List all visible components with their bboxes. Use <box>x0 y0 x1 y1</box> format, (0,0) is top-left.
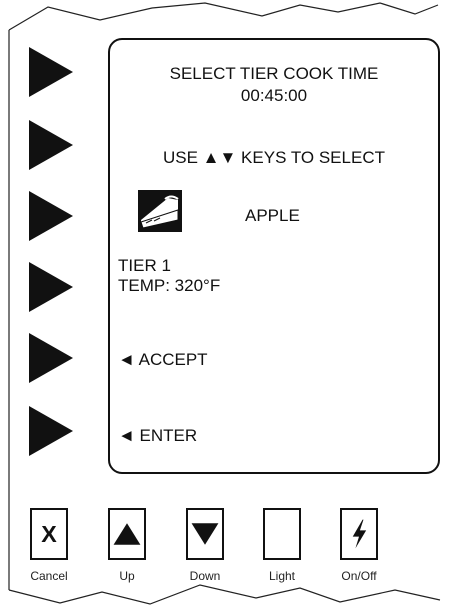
on-off-button[interactable] <box>340 508 378 560</box>
enter-label: ◄ ENTER <box>118 426 198 445</box>
up-button[interactable] <box>108 508 146 560</box>
pie-slice-icon <box>138 190 182 232</box>
right-arrow-icon <box>29 406 73 456</box>
display-screen: SELECT TIER COOK TIME 00:45:00 USE ▲▼ KE… <box>108 38 440 474</box>
svg-text:X: X <box>41 521 57 547</box>
up-triangle-icon <box>113 523 141 545</box>
cancel-button[interactable]: X <box>30 508 68 560</box>
on-off-label: On/Off <box>341 569 377 583</box>
cook-time-value: 00:45:00 <box>240 86 308 105</box>
right-arrow-icon <box>29 333 73 383</box>
right-arrow-icon <box>29 47 73 97</box>
up-label: Up <box>119 569 135 583</box>
light-button[interactable] <box>263 508 301 560</box>
side-button-5[interactable] <box>29 333 73 383</box>
instruction-text: USE ▲▼ KEYS TO SELECT <box>163 148 385 167</box>
light-label: Light <box>268 569 296 583</box>
down-triangle-icon <box>191 523 219 545</box>
side-button-4[interactable] <box>29 262 73 312</box>
side-button-1[interactable] <box>29 47 73 97</box>
right-arrow-icon <box>29 191 73 241</box>
product-name: APPLE <box>245 206 300 225</box>
tier-label: TIER 1 <box>118 256 171 275</box>
accept-label: ◄ ACCEPT <box>118 350 208 369</box>
down-button[interactable] <box>186 508 224 560</box>
right-arrow-icon <box>29 262 73 312</box>
side-button-2[interactable] <box>29 120 73 170</box>
lightning-icon <box>352 519 367 549</box>
x-icon: X <box>41 521 57 547</box>
side-button-6[interactable] <box>29 406 73 456</box>
temperature-label: TEMP: 320°F <box>118 276 221 295</box>
screen-title: SELECT TIER COOK TIME <box>169 64 379 83</box>
right-arrow-icon <box>29 120 73 170</box>
cancel-label: Cancel <box>30 569 68 583</box>
side-button-3[interactable] <box>29 191 73 241</box>
down-label: Down <box>189 569 221 583</box>
